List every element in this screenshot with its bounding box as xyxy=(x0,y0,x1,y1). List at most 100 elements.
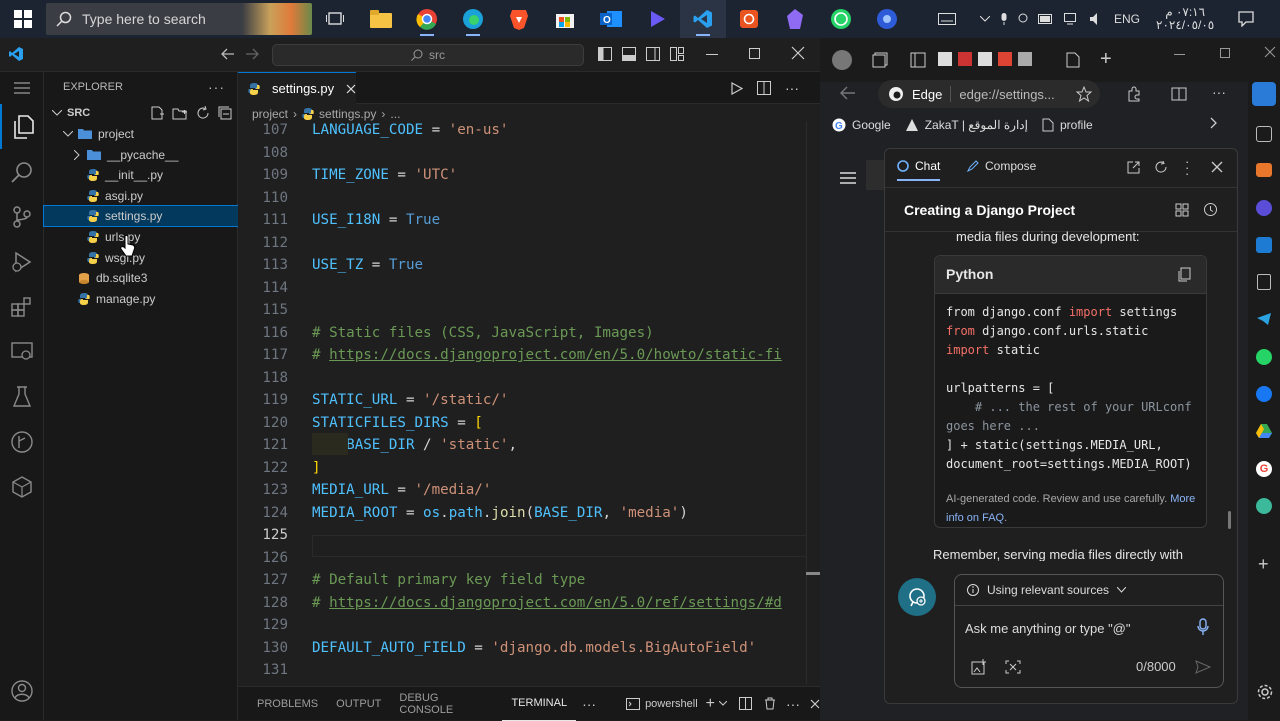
search-icon[interactable] xyxy=(0,149,44,194)
tab-strip-favicons[interactable] xyxy=(938,52,1032,66)
favorite-star-icon[interactable] xyxy=(1076,86,1092,102)
battery-icon[interactable] xyxy=(1038,14,1054,24)
split-terminal-icon[interactable] xyxy=(739,697,752,710)
network-icon[interactable] xyxy=(1064,13,1080,25)
maximize-icon[interactable] xyxy=(1220,48,1230,58)
back-arrow-icon[interactable] xyxy=(840,86,856,100)
language-indicator[interactable]: ENG xyxy=(1114,12,1140,26)
taskbar-search-box[interactable]: Type here to search xyxy=(46,3,312,35)
refresh-icon[interactable] xyxy=(196,106,210,120)
tab-problems[interactable]: PROBLEMS xyxy=(248,687,327,721)
new-file-icon[interactable] xyxy=(150,106,164,120)
testing-icon[interactable] xyxy=(0,374,44,419)
tab-output[interactable]: OUTPUT xyxy=(327,687,390,721)
close-icon[interactable] xyxy=(1264,46,1276,58)
terminal-name[interactable]: powershell xyxy=(645,698,698,710)
notifications-icon[interactable] xyxy=(1238,11,1254,27)
google-drive-icon[interactable] xyxy=(1256,424,1272,438)
store-icon[interactable] xyxy=(542,0,588,38)
toggle-secondary-sidebar-icon[interactable] xyxy=(646,47,660,61)
chatgpt-icon[interactable] xyxy=(1256,498,1272,514)
bookmark-zakat[interactable]: ZakaT | إدارة الموقع xyxy=(905,118,1028,132)
task-view-icon[interactable] xyxy=(312,0,358,38)
close-icon[interactable] xyxy=(791,46,805,60)
chat-input-placeholder[interactable]: Ask me anything or type "@" xyxy=(965,621,1131,636)
vscode-taskbar-icon[interactable] xyxy=(680,0,726,38)
microphone-icon[interactable] xyxy=(1197,618,1209,636)
tab-terminal[interactable]: TERMINAL xyxy=(502,687,577,721)
minimize-icon[interactable] xyxy=(1174,54,1185,55)
code-token[interactable]: https://docs.djangoproject.com/en/5.0/re… xyxy=(329,595,782,611)
command-center[interactable]: src xyxy=(272,44,584,66)
sources-selector[interactable]: Using relevant sources xyxy=(967,583,1127,597)
tab-compose[interactable]: Compose xyxy=(967,159,1036,173)
more-options-icon[interactable]: · · · xyxy=(1185,155,1189,180)
chrome-icon[interactable] xyxy=(404,0,450,38)
microphone-icon[interactable] xyxy=(1000,13,1008,25)
bookmark-profile[interactable]: profile xyxy=(1042,118,1093,132)
new-folder-icon[interactable] xyxy=(172,106,188,120)
whatsapp-icon[interactable] xyxy=(1256,349,1272,365)
git-graph-icon[interactable] xyxy=(0,419,44,464)
keyboard-icon[interactable] xyxy=(938,13,956,25)
maximize-icon[interactable] xyxy=(749,48,760,59)
extensions-icon[interactable] xyxy=(0,284,44,329)
copy-icon[interactable] xyxy=(1178,267,1191,282)
address-bar[interactable]: Edge edge://settings... xyxy=(878,80,1100,108)
outlook-icon[interactable]: O xyxy=(588,0,634,38)
toggle-sidebar-icon[interactable] xyxy=(598,47,612,61)
back-arrow-icon[interactable] xyxy=(221,48,235,60)
refresh-icon[interactable] xyxy=(1155,161,1168,174)
settings-more-icon[interactable]: ··· xyxy=(1212,84,1226,100)
document-icon[interactable] xyxy=(1066,52,1080,68)
chevron-down-icon[interactable] xyxy=(719,701,727,706)
search-sidebar-icon[interactable] xyxy=(1256,126,1272,142)
file-explorer-icon[interactable] xyxy=(358,0,404,38)
explorer-item-settings-py[interactable]: settings.py xyxy=(43,205,239,228)
plugins-icon[interactable] xyxy=(1175,203,1189,217)
more-actions-icon[interactable]: ··· xyxy=(786,696,800,712)
close-icon[interactable] xyxy=(1211,161,1223,173)
trash-icon[interactable] xyxy=(764,697,776,710)
explorer-item-db-sqlite3[interactable]: db.sqlite3 xyxy=(44,268,238,288)
screenshot-icon[interactable] xyxy=(1005,660,1021,674)
run-python-icon[interactable] xyxy=(731,81,743,95)
edge-icon[interactable] xyxy=(450,0,496,38)
menu-icon[interactable] xyxy=(0,72,44,104)
more-actions-icon[interactable]: ··· xyxy=(582,696,596,712)
google-icon[interactable]: G xyxy=(1256,461,1272,477)
profile-avatar[interactable] xyxy=(832,50,852,70)
explorer-item-pycache[interactable]: __pycache__ xyxy=(44,145,238,165)
app-icon[interactable] xyxy=(864,0,910,38)
docker-icon[interactable] xyxy=(0,464,44,509)
explorer-item-wsgi-py[interactable]: wsgi.py xyxy=(44,248,238,268)
shopping-icon[interactable] xyxy=(1256,163,1272,177)
explorer-item-init-py[interactable]: __init__.py xyxy=(44,165,238,185)
phone-icon[interactable] xyxy=(1257,274,1271,290)
power-automate-icon[interactable] xyxy=(634,0,680,38)
tab-actions-icon[interactable] xyxy=(910,52,926,68)
explorer-item-urls-py[interactable]: urls.py xyxy=(44,227,238,247)
add-image-icon[interactable] xyxy=(971,659,987,675)
more-actions-icon[interactable]: ··· xyxy=(208,79,225,95)
split-editor-icon[interactable] xyxy=(757,81,771,95)
explorer-icon[interactable] xyxy=(0,104,44,149)
source-control-icon[interactable] xyxy=(0,194,44,239)
ubuntu-icon[interactable] xyxy=(726,0,772,38)
facebook-icon[interactable] xyxy=(1256,386,1272,402)
location-icon[interactable] xyxy=(1018,13,1028,25)
workspaces-icon[interactable] xyxy=(872,52,888,68)
toggle-panel-icon[interactable] xyxy=(622,47,636,61)
minimize-icon[interactable] xyxy=(706,54,718,55)
explorer-item-manage-py[interactable]: manage.py xyxy=(44,289,238,309)
tab-debug-console[interactable]: DEBUG CONSOLE xyxy=(390,687,502,721)
clock[interactable]: ٠٧:١٦ م ٢٠٢٤/٠٥/٠٥ xyxy=(1156,6,1214,32)
new-tab-icon[interactable]: + xyxy=(1100,48,1112,71)
tools-icon[interactable] xyxy=(1256,200,1272,216)
new-topic-button[interactable] xyxy=(898,578,936,616)
new-terminal-icon[interactable]: + xyxy=(706,695,715,713)
forward-arrow-icon[interactable] xyxy=(245,48,259,60)
open-in-new-tab-icon[interactable] xyxy=(1127,161,1140,174)
bookmark-google[interactable]: G Google xyxy=(832,118,891,132)
sidebar-settings-icon[interactable] xyxy=(1257,684,1273,700)
